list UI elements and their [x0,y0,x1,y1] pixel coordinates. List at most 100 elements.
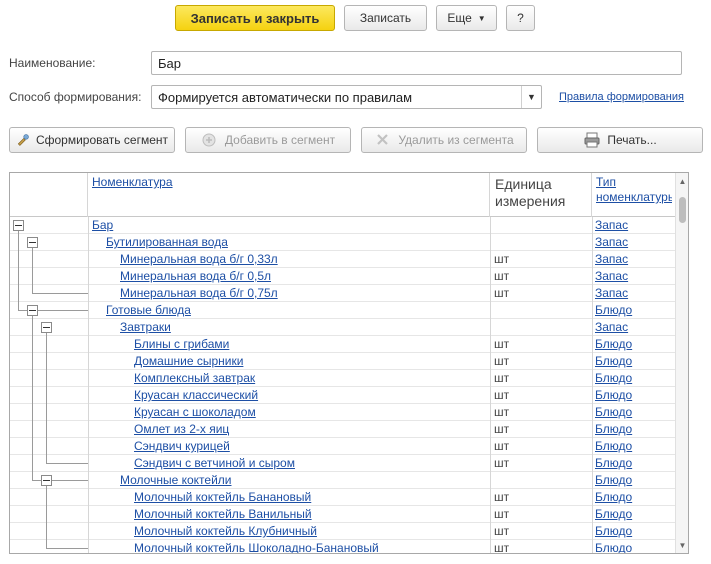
brush-icon [17,134,29,146]
column-header-unit[interactable]: Единица измерения [490,173,592,217]
add-to-segment-button[interactable]: Добавить в сегмент [185,127,351,153]
collapse-toggle-icon[interactable] [27,237,38,248]
table-row[interactable]: Минеральная вода б/г 0,33л шт Запас [10,251,676,268]
row-type[interactable]: Запас [595,285,673,302]
help-button[interactable]: ? [506,5,535,31]
row-type[interactable]: Блюдо [595,540,673,553]
dropdown-arrow-icon[interactable]: ▼ [521,86,541,108]
row-name[interactable]: Блины с грибами [134,336,488,353]
name-value: Бар [158,55,181,71]
row-name[interactable]: Молочный коктейль Ванильный [134,506,488,523]
table-row[interactable]: Минеральная вода б/г 0,5л шт Запас [10,268,676,285]
row-type[interactable]: Блюдо [595,472,673,489]
row-type[interactable]: Блюдо [595,336,673,353]
row-name[interactable]: Омлет из 2-х яиц [134,421,488,438]
tree-connector-line [18,231,19,310]
method-select[interactable]: Формируется автоматически по правилам ▼ [151,85,542,109]
table-row[interactable]: Молочный коктейль Банановый шт Блюдо [10,489,676,506]
row-name[interactable]: Минеральная вода б/г 0,5л [120,268,488,285]
name-field[interactable]: Бар [151,51,682,75]
row-name[interactable]: Круасан классический [134,387,488,404]
row-name[interactable]: Завтраки [120,319,488,336]
collapse-toggle-icon[interactable] [27,305,38,316]
row-type[interactable]: Запас [595,319,673,336]
row-type[interactable]: Запас [595,251,673,268]
table-row[interactable]: Омлет из 2-х яиц шт Блюдо [10,421,676,438]
rules-link[interactable]: Правила формирования [559,91,684,103]
row-unit: шт [494,439,510,453]
row-type[interactable]: Запас [595,234,673,251]
table-row[interactable]: Домашние сырники шт Блюдо [10,353,676,370]
row-type[interactable]: Запас [595,268,673,285]
row-type[interactable]: Блюдо [595,523,673,540]
collapse-toggle-icon[interactable] [41,475,52,486]
type-column-divider [592,217,593,553]
row-name[interactable]: Минеральная вода б/г 0,75л [120,285,488,302]
table-row[interactable]: Круасан классический шт Блюдо [10,387,676,404]
scroll-down-icon[interactable]: ▼ [676,539,688,551]
method-label: Способ формирования: [9,90,142,104]
row-name[interactable]: Молочный коктейль Клубничный [134,523,488,540]
table-row[interactable]: Сэндвич с ветчиной и сыром шт Блюдо [10,455,676,472]
collapse-toggle-icon[interactable] [41,322,52,333]
row-name[interactable]: Сэндвич курицей [134,438,488,455]
row-name[interactable]: Бутилированная вода [106,234,488,251]
row-name[interactable]: Молочный коктейль Банановый [134,489,488,506]
table-row[interactable]: Молочный коктейль Шоколадно-Банановый шт Б… [10,540,676,554]
row-type[interactable]: Блюдо [595,421,673,438]
row-type[interactable]: Блюдо [595,489,673,506]
row-name[interactable]: Комплексный завтрак [134,370,488,387]
more-menu-button[interactable]: Еще ▼ [436,5,497,31]
row-type[interactable]: Блюдо [595,438,673,455]
row-type[interactable]: Блюдо [595,370,673,387]
chevron-down-icon: ▼ [477,13,486,23]
table-row[interactable]: Молочный коктейль Ванильный шт Блюдо [10,506,676,523]
row-type[interactable]: Блюдо [595,302,673,319]
row-unit: шт [494,354,510,368]
row-type[interactable]: Блюдо [595,455,673,472]
nomenclature-tree-table[interactable]: Номенклатура Единица измерения Тип номен… [9,172,689,554]
save-and-close-button[interactable]: Записать и закрыть [175,5,335,31]
tree-column-header [10,173,88,217]
table-row[interactable]: Завтраки Запас [10,319,676,336]
column-header-nomenclature[interactable]: Номенклатура [88,173,490,217]
form-segment-label: Сформировать сегмент [35,133,168,147]
row-type[interactable]: Запас [595,217,673,234]
table-row[interactable]: Сэндвич курицей шт Блюдо [10,438,676,455]
table-row[interactable]: Бар Запас [10,217,676,234]
row-name[interactable]: Круасан с шоколадом [134,404,488,421]
table-row[interactable]: Минеральная вода б/г 0,75л шт Запас [10,285,676,302]
row-type[interactable]: Блюдо [595,404,673,421]
row-type[interactable]: Блюдо [595,353,673,370]
scroll-thumb[interactable] [679,197,686,223]
table-row[interactable]: Круасан с шоколадом шт Блюдо [10,404,676,421]
row-type[interactable]: Блюдо [595,387,673,404]
row-name[interactable]: Готовые блюда [106,302,488,319]
row-name[interactable]: Минеральная вода б/г 0,33л [120,251,488,268]
row-name[interactable]: Молочный коктейль Шоколадно-Банановый [134,540,488,553]
table-row[interactable]: Готовые блюда Блюдо [10,302,676,319]
table-row[interactable]: Бутилированная вода Запас [10,234,676,251]
table-row[interactable]: Молочные коктейли Блюдо [10,472,676,489]
table-row[interactable]: Комплексный завтрак шт Блюдо [10,370,676,387]
tree-column-divider [88,217,89,553]
tree-connector-line [46,486,47,548]
column-header-type[interactable]: Тип номенклатуры [592,173,676,217]
row-name[interactable]: Бар [92,217,488,234]
collapse-toggle-icon[interactable] [13,220,24,231]
row-name[interactable]: Молочные коктейли [120,472,488,489]
row-name[interactable]: Сэндвич с ветчиной и сыром [134,455,488,472]
table-row[interactable]: Молочный коктейль Клубничный шт Блюдо [10,523,676,540]
print-button[interactable]: Печать... [537,127,703,153]
scroll-up-icon[interactable]: ▲ [676,175,688,187]
row-unit: шт [494,337,510,351]
row-unit: шт [494,541,510,554]
row-name[interactable]: Домашние сырники [134,353,488,370]
table-row[interactable]: Блины с грибами шт Блюдо [10,336,676,353]
row-type[interactable]: Блюдо [595,506,673,523]
form-segment-button[interactable]: Сформировать сегмент [9,127,175,153]
row-unit [494,302,588,319]
save-button[interactable]: Записать [344,5,427,31]
vertical-scrollbar[interactable]: ▲ ▼ [675,173,688,553]
remove-from-segment-button[interactable]: Удалить из сегмента [361,127,527,153]
